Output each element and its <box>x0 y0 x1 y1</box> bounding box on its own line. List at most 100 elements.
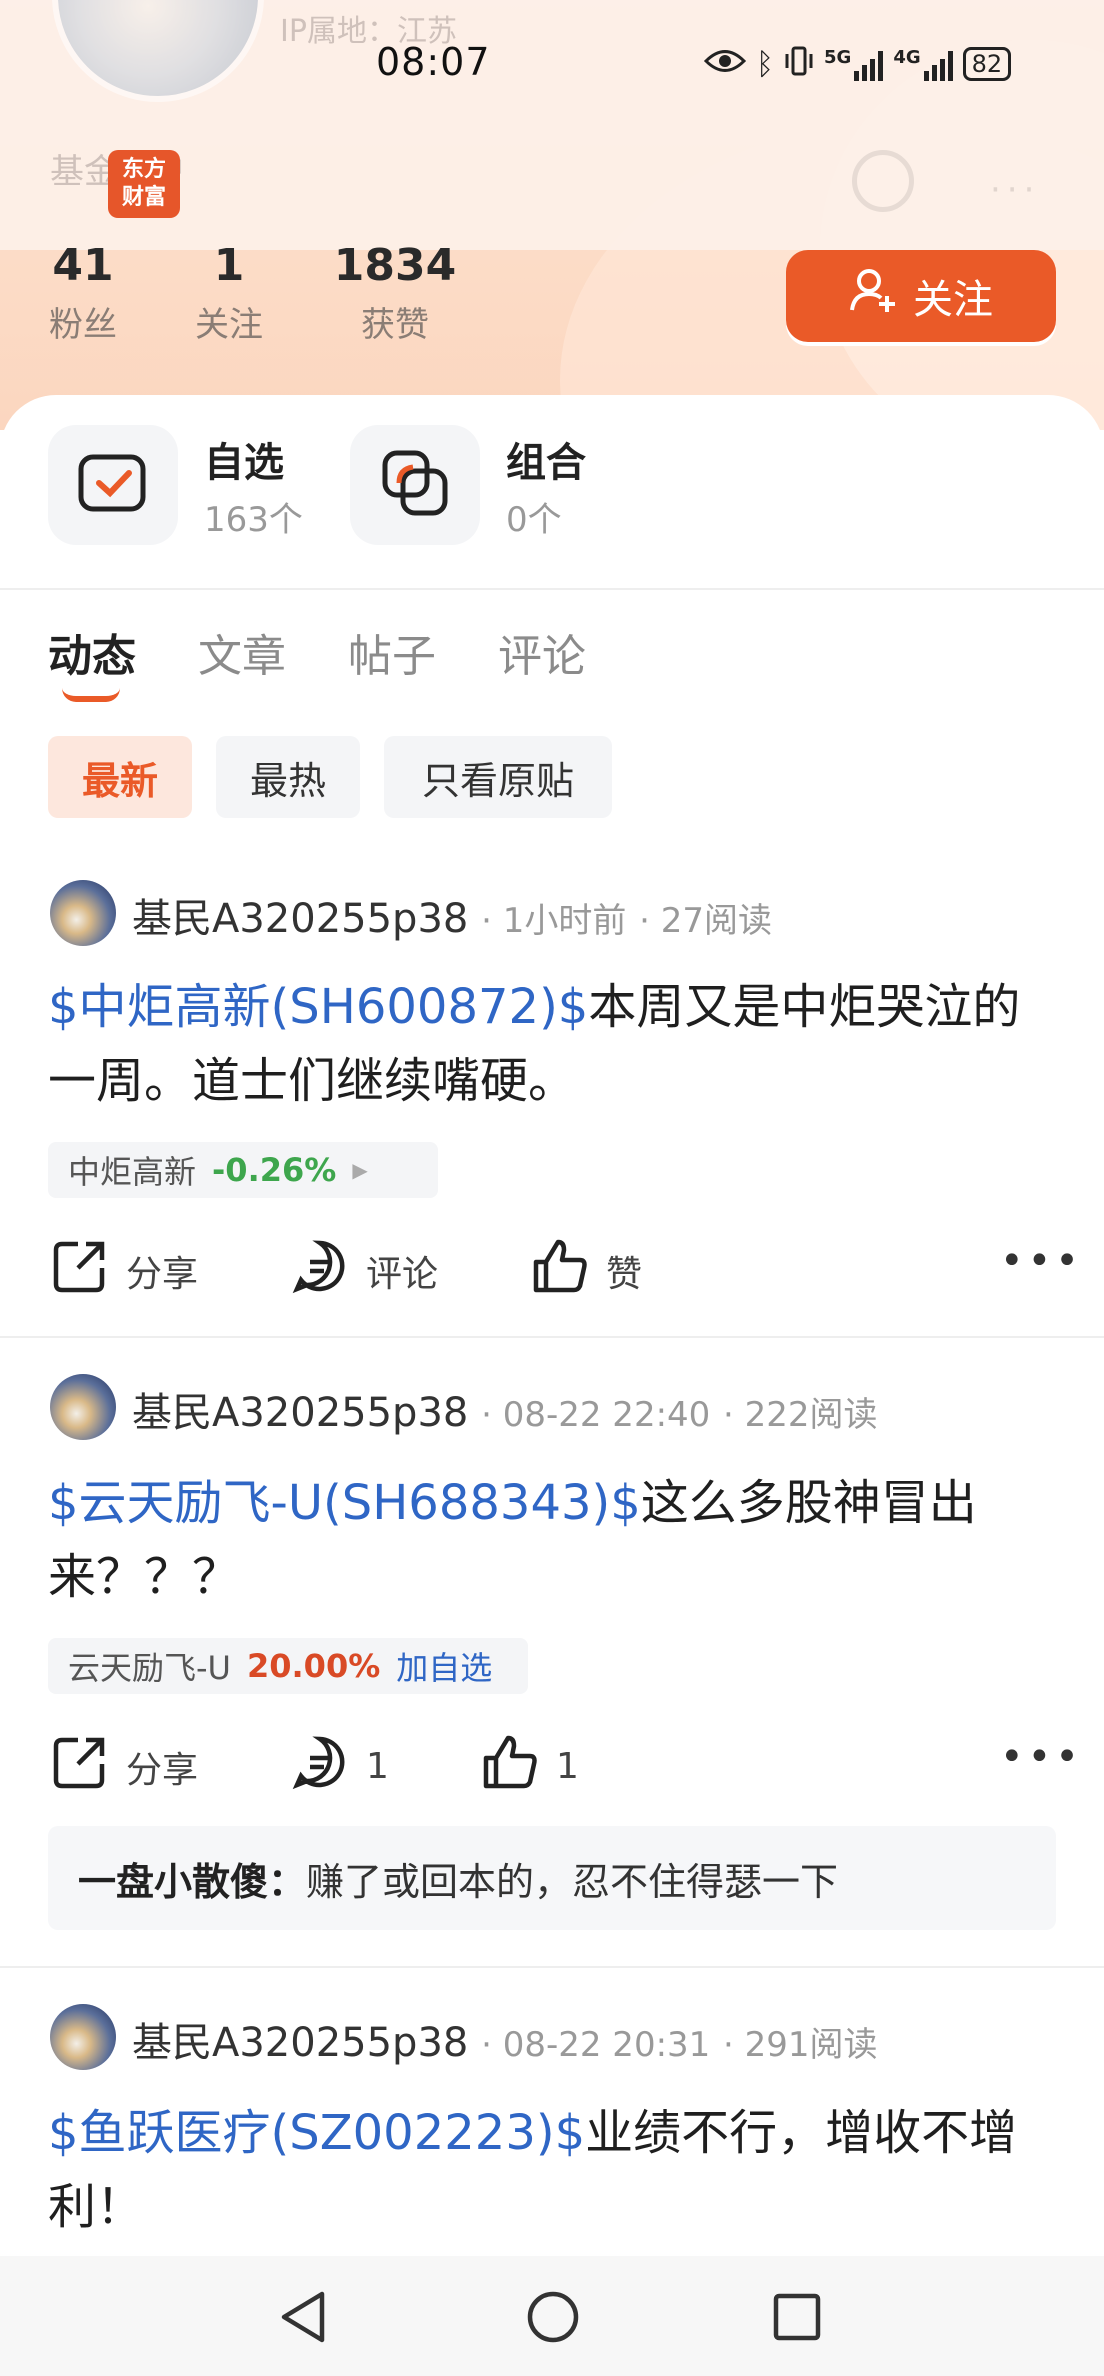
top-comment[interactable]: 一盘小散傻： 赚了或回本的，忍不住得瑟一下 <box>48 1826 1056 1930</box>
post-content[interactable]: $中炬高新(SH600872)$本周又是中炬哭泣的一周。道士们继续嘴硬。 <box>48 970 1058 1118</box>
share-button[interactable]: 分享 <box>52 1734 198 1799</box>
more-icon[interactable]: ··· <box>990 170 1040 210</box>
author-name[interactable]: 基民A320255p38 <box>132 1390 468 1436</box>
post-content[interactable]: $鱼跃医疗(SZ002223)$业绩不行，增收不增利！ <box>48 2096 1058 2244</box>
like-button[interactable]: 1 <box>482 1734 579 1799</box>
stock-link[interactable]: $鱼跃医疗(SZ002223)$ <box>48 2105 585 2161</box>
post-time: 08-22 20:31 <box>502 2025 711 2065</box>
add-user-icon <box>849 266 899 326</box>
stock-tag-change: 20.00% <box>246 1647 381 1685</box>
recents-icon[interactable] <box>772 2292 822 2346</box>
divider <box>0 588 1104 590</box>
author-name[interactable]: 基民A320255p38 <box>132 2020 468 2066</box>
share-icon <box>52 1734 108 1799</box>
post-meta: 基民A320255p38 · 1小时前 · 27阅读 <box>132 886 772 944</box>
play-arrow-icon: ▶ <box>352 1158 368 1182</box>
battery-indicator: 82 <box>962 47 1012 81</box>
stat-value: 41 <box>52 240 114 291</box>
tab-posts[interactable]: 帖子 <box>348 620 436 684</box>
post-time: 1小时前 <box>502 901 627 941</box>
tab-dynamics[interactable]: 动态 <box>48 620 136 684</box>
post-meta: 基民A320255p38 · 08-22 22:40 · 222阅读 <box>132 1380 878 1438</box>
tab-articles[interactable]: 文章 <box>198 620 286 684</box>
brand-logo-text: 东方财富 <box>121 157 166 210</box>
read-count: 291阅读 <box>744 2025 878 2065</box>
comment-count: 1 <box>366 1746 389 1787</box>
home-icon[interactable] <box>526 2290 580 2348</box>
divider <box>0 1336 1104 1338</box>
like-button[interactable]: 赞 <box>532 1238 642 1303</box>
tab-active-indicator <box>62 688 120 702</box>
comment-button[interactable]: 1 <box>292 1734 389 1799</box>
eye-icon <box>703 46 747 83</box>
signal-5g-icon: 5G <box>824 47 884 81</box>
thumbs-up-icon <box>532 1238 588 1303</box>
status-icons: ᛒ 5G 4G 82 <box>703 44 1064 84</box>
read-count: 27阅读 <box>660 901 772 941</box>
stat-label: 粉丝 <box>49 305 117 345</box>
filter-latest[interactable]: 最新 <box>48 736 192 818</box>
brand-logo: 东方财富 <box>108 150 180 218</box>
thumbs-up-icon <box>482 1734 538 1799</box>
vibrate-icon <box>784 45 814 84</box>
comment-author: 一盘小散傻： <box>78 1859 307 1904</box>
share-label: 分享 <box>126 1749 199 1791</box>
watchlist-title[interactable]: 自选 <box>204 430 284 488</box>
stock-tag-name: 中炬高新 <box>68 1153 197 1191</box>
separator: · <box>723 2025 745 2065</box>
stock-link[interactable]: $云天励飞-U(SH688343)$ <box>48 1475 641 1531</box>
share-icon <box>52 1238 108 1303</box>
separator: · <box>481 2025 503 2065</box>
stock-tag-name: 云天励飞-U <box>68 1649 231 1687</box>
filter-original[interactable]: 只看原贴 <box>384 736 612 818</box>
stock-tag[interactable]: 云天励飞-U 20.00% 加自选 <box>48 1638 528 1694</box>
system-navigation-bar <box>0 2256 1104 2376</box>
back-icon[interactable] <box>278 2290 328 2348</box>
author-avatar[interactable] <box>50 1374 116 1440</box>
tab-comments[interactable]: 评论 <box>498 620 586 684</box>
read-count: 222阅读 <box>744 1395 878 1435</box>
signal-4g-icon: 4G <box>893 47 953 81</box>
stat-label: 获赞 <box>361 305 429 345</box>
share-label: 分享 <box>126 1253 199 1295</box>
filter-hot[interactable]: 最热 <box>216 736 360 818</box>
more-options-icon[interactable]: ••• <box>1000 1734 1083 1780</box>
stock-tag-change: -0.26% <box>212 1151 337 1189</box>
bluetooth-icon: ᛒ <box>756 46 774 82</box>
portfolio-title[interactable]: 组合 <box>506 430 586 488</box>
stock-link[interactable]: $中炬高新(SH600872)$ <box>48 979 588 1035</box>
status-time: 08:07 <box>376 40 491 84</box>
divider <box>0 1966 1104 1968</box>
portfolio-tile[interactable] <box>350 425 480 545</box>
author-avatar[interactable] <box>50 2004 116 2070</box>
author-avatar[interactable] <box>50 880 116 946</box>
watchlist-count: 163个 <box>204 500 303 540</box>
separator: · <box>723 1395 745 1435</box>
follow-label: 关注 <box>913 277 993 323</box>
checkbox-icon <box>77 451 149 519</box>
stock-tag[interactable]: 中炬高新 -0.26% ▶ <box>48 1142 438 1198</box>
stat-likes[interactable]: 1834 获赞 <box>328 240 462 346</box>
add-watchlist-link[interactable]: 加自选 <box>396 1643 492 1689</box>
comment-label: 评论 <box>366 1253 439 1295</box>
comment-icon <box>292 1734 348 1799</box>
stat-value: 1834 <box>333 240 457 291</box>
more-options-icon[interactable]: ••• <box>1000 1238 1083 1284</box>
post-content[interactable]: $云天励飞-U(SH688343)$这么多股神冒出来？？？ <box>48 1466 1058 1614</box>
post-meta: 基民A320255p38 · 08-22 20:31 · 291阅读 <box>132 2010 878 2068</box>
separator: · <box>481 1395 503 1435</box>
stat-fans[interactable]: 41 粉丝 <box>40 240 126 346</box>
author-name[interactable]: 基民A320255p38 <box>132 896 468 942</box>
share-button[interactable]: 分享 <box>52 1238 198 1303</box>
watchlist-tile[interactable] <box>48 425 178 545</box>
search-icon[interactable] <box>852 150 914 212</box>
post-time: 08-22 22:40 <box>502 1395 711 1435</box>
portfolio-count: 0个 <box>506 500 562 540</box>
like-count: 1 <box>556 1746 579 1787</box>
stat-following[interactable]: 1 关注 <box>186 240 272 346</box>
comment-text: 赚了或回本的，忍不住得瑟一下 <box>306 1859 839 1904</box>
follow-button[interactable]: 关注 <box>786 250 1056 342</box>
comment-button[interactable]: 评论 <box>292 1238 438 1303</box>
comment-icon <box>292 1238 348 1303</box>
like-label: 赞 <box>606 1253 643 1295</box>
